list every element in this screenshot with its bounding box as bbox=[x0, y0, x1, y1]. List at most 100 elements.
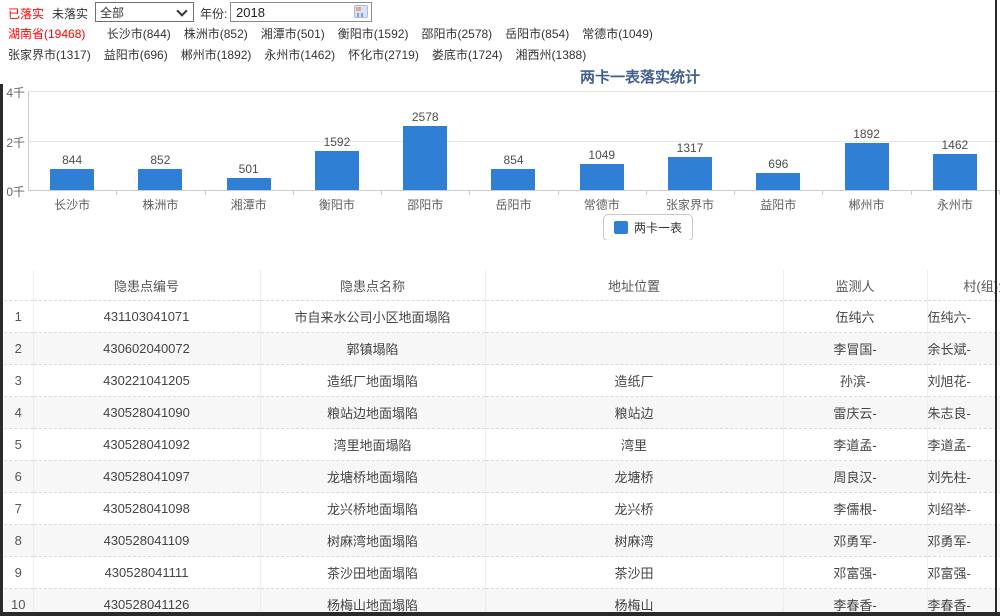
chart-bar[interactable] bbox=[227, 178, 271, 190]
region-filter-select[interactable]: 全部 bbox=[95, 2, 194, 22]
x-axis-tick bbox=[205, 190, 206, 195]
region-link-city[interactable]: 张家界市(1317) bbox=[8, 48, 91, 62]
village-head-cell: 伍纯六- bbox=[927, 301, 1000, 333]
monitor-cell: 周良汉- bbox=[783, 461, 927, 493]
x-axis-tick bbox=[558, 190, 559, 195]
village-head-cell: 刘旭花- bbox=[927, 365, 1000, 397]
table-row: 4430528041090粮站边地面塌陷粮站边雷庆云-朱志良- bbox=[4, 397, 1000, 429]
bar-value-label: 1462 bbox=[925, 138, 985, 152]
monitor-cell: 孙滨- bbox=[783, 365, 927, 397]
bar-value-label: 852 bbox=[130, 153, 190, 167]
address-cell: 粮站边 bbox=[485, 397, 783, 429]
region-link-city[interactable]: 长沙市(844) bbox=[107, 27, 171, 41]
table-row: 5430528041092湾里地面塌陷湾里李道孟-李道孟- bbox=[4, 429, 1000, 461]
monitor-cell: 李冒国- bbox=[783, 333, 927, 365]
x-axis-category-label: 张家界市 bbox=[646, 196, 734, 213]
bar-value-label: 696 bbox=[748, 157, 808, 171]
x-axis-category-label: 常德市 bbox=[558, 196, 646, 213]
bar-value-label: 2578 bbox=[395, 110, 455, 124]
region-filter-value: 全部 bbox=[100, 4, 124, 21]
hazard-table: 隐患点编号隐患点名称地址位置监测人村(组)负责人 1431103041071市自… bbox=[4, 270, 1000, 616]
x-axis-tick bbox=[734, 190, 735, 195]
table-header-cell: 隐患点名称 bbox=[260, 270, 485, 301]
region-link-city[interactable]: 岳阳市(854) bbox=[505, 27, 569, 41]
region-link-city[interactable]: 常德市(1049) bbox=[582, 27, 653, 41]
table-row: 6430528041097龙塘桥地面塌陷龙塘桥周良汉-刘先柱- bbox=[4, 461, 1000, 493]
monitor-cell: 伍纯六 bbox=[783, 301, 927, 333]
address-cell: 造纸厂 bbox=[485, 365, 783, 397]
address-cell bbox=[485, 301, 783, 333]
chart-bar[interactable] bbox=[845, 143, 889, 190]
hazard-code-cell: 430528041098 bbox=[33, 493, 260, 525]
chart-bar[interactable] bbox=[50, 169, 94, 190]
hazard-name-cell: 茶沙田地面塌陷 bbox=[260, 557, 485, 589]
y-axis-tick-label: 2千 bbox=[0, 134, 25, 151]
chart-bar[interactable] bbox=[933, 154, 977, 190]
region-link-city[interactable]: 娄底市(1724) bbox=[432, 48, 503, 62]
calendar-icon[interactable] bbox=[354, 5, 368, 18]
region-link-city[interactable]: 永州市(1462) bbox=[264, 48, 335, 62]
village-head-cell: 刘先柱- bbox=[927, 461, 1000, 493]
row-index-cell: 7 bbox=[4, 493, 33, 525]
hazard-table-wrap: 隐患点编号隐患点名称地址位置监测人村(组)负责人 1431103041071市自… bbox=[4, 270, 1000, 616]
region-link-city[interactable]: 株洲市(852) bbox=[184, 27, 248, 41]
row-index-cell: 1 bbox=[4, 301, 33, 333]
hazard-code-cell: 430528041092 bbox=[33, 429, 260, 461]
row-index-cell: 8 bbox=[4, 525, 33, 557]
bar-value-label: 501 bbox=[219, 162, 279, 176]
x-axis-tick bbox=[822, 190, 823, 195]
bar-value-label: 1892 bbox=[837, 127, 897, 141]
chart-bar[interactable] bbox=[756, 173, 800, 190]
village-head-cell: 邓富强- bbox=[927, 557, 1000, 589]
table-header-cell: 监测人 bbox=[783, 270, 927, 301]
chart-bar[interactable] bbox=[668, 157, 712, 190]
region-link-city[interactable]: 衡阳市(1592) bbox=[338, 27, 409, 41]
y-axis-tick-label: 0千 bbox=[0, 183, 25, 200]
region-link-city[interactable]: 郴州市(1892) bbox=[181, 48, 252, 62]
region-link-city[interactable]: 湘西州(1388) bbox=[516, 48, 587, 62]
x-axis-category-label: 湘潭市 bbox=[205, 196, 293, 213]
region-link-province[interactable]: 湖南省(19468) bbox=[8, 27, 85, 41]
x-axis-category-label: 郴州市 bbox=[822, 196, 910, 213]
bar-value-label: 844 bbox=[42, 153, 102, 167]
region-link-city[interactable]: 湘潭市(501) bbox=[261, 27, 325, 41]
hazard-name-cell: 树麻湾地面塌陷 bbox=[260, 525, 485, 557]
table-body: 1431103041071市自来水公司小区地面塌陷伍纯六伍纯六-24306020… bbox=[4, 301, 1000, 616]
x-axis-category-label: 株洲市 bbox=[116, 196, 204, 213]
hazard-code-cell: 430528041090 bbox=[33, 397, 260, 429]
legend-swatch-icon bbox=[614, 221, 628, 234]
hazard-name-cell: 粮站边地面塌陷 bbox=[260, 397, 485, 429]
monitor-cell: 李道孟- bbox=[783, 429, 927, 461]
table-row: 8430528041109树麻湾地面塌陷树麻湾邓勇军-邓勇军- bbox=[4, 525, 1000, 557]
toolbar: 已落实 未落实 全部 年份: bbox=[0, 0, 1000, 24]
region-nav-row-1: 湖南省(19468) 长沙市(844) 株洲市(852) 湘潭市(501) 衡阳市(1… bbox=[8, 25, 666, 43]
chart-bar[interactable] bbox=[403, 126, 447, 190]
tab-implemented[interactable]: 已落实 bbox=[8, 5, 44, 22]
chart-bar[interactable] bbox=[580, 164, 624, 190]
x-axis-category-label: 岳阳市 bbox=[469, 196, 557, 213]
region-link-city[interactable]: 怀化市(2719) bbox=[348, 48, 419, 62]
row-index-cell: 9 bbox=[4, 557, 33, 589]
chart-legend[interactable]: 两卡一表 bbox=[603, 214, 693, 240]
x-axis-tick bbox=[116, 190, 117, 195]
row-index-cell: 3 bbox=[4, 365, 33, 397]
year-input[interactable] bbox=[231, 3, 371, 21]
x-axis-tick bbox=[381, 190, 382, 195]
chart-bar[interactable] bbox=[138, 169, 182, 190]
chart-bar[interactable] bbox=[315, 151, 359, 190]
region-link-city[interactable]: 邵阳市(2578) bbox=[421, 27, 492, 41]
table-header-cell: 地址位置 bbox=[485, 270, 783, 301]
year-input-wrap bbox=[230, 2, 372, 22]
tab-not-implemented[interactable]: 未落实 bbox=[52, 5, 88, 22]
x-axis-category-label: 益阳市 bbox=[734, 196, 822, 213]
hazard-code-cell: 431103041071 bbox=[33, 301, 260, 333]
chart-bar[interactable] bbox=[491, 169, 535, 190]
row-index-cell: 4 bbox=[4, 397, 33, 429]
x-axis-tick bbox=[646, 190, 647, 195]
monitor-cell: 邓勇军- bbox=[783, 525, 927, 557]
table-row: 7430528041098龙兴桥地面塌陷龙兴桥李儒根-刘绍举- bbox=[4, 493, 1000, 525]
address-cell: 树麻湾 bbox=[485, 525, 783, 557]
region-link-city[interactable]: 益阳市(696) bbox=[104, 48, 168, 62]
address-cell bbox=[485, 333, 783, 365]
table-header-row: 隐患点编号隐患点名称地址位置监测人村(组)负责人 bbox=[4, 270, 1000, 301]
